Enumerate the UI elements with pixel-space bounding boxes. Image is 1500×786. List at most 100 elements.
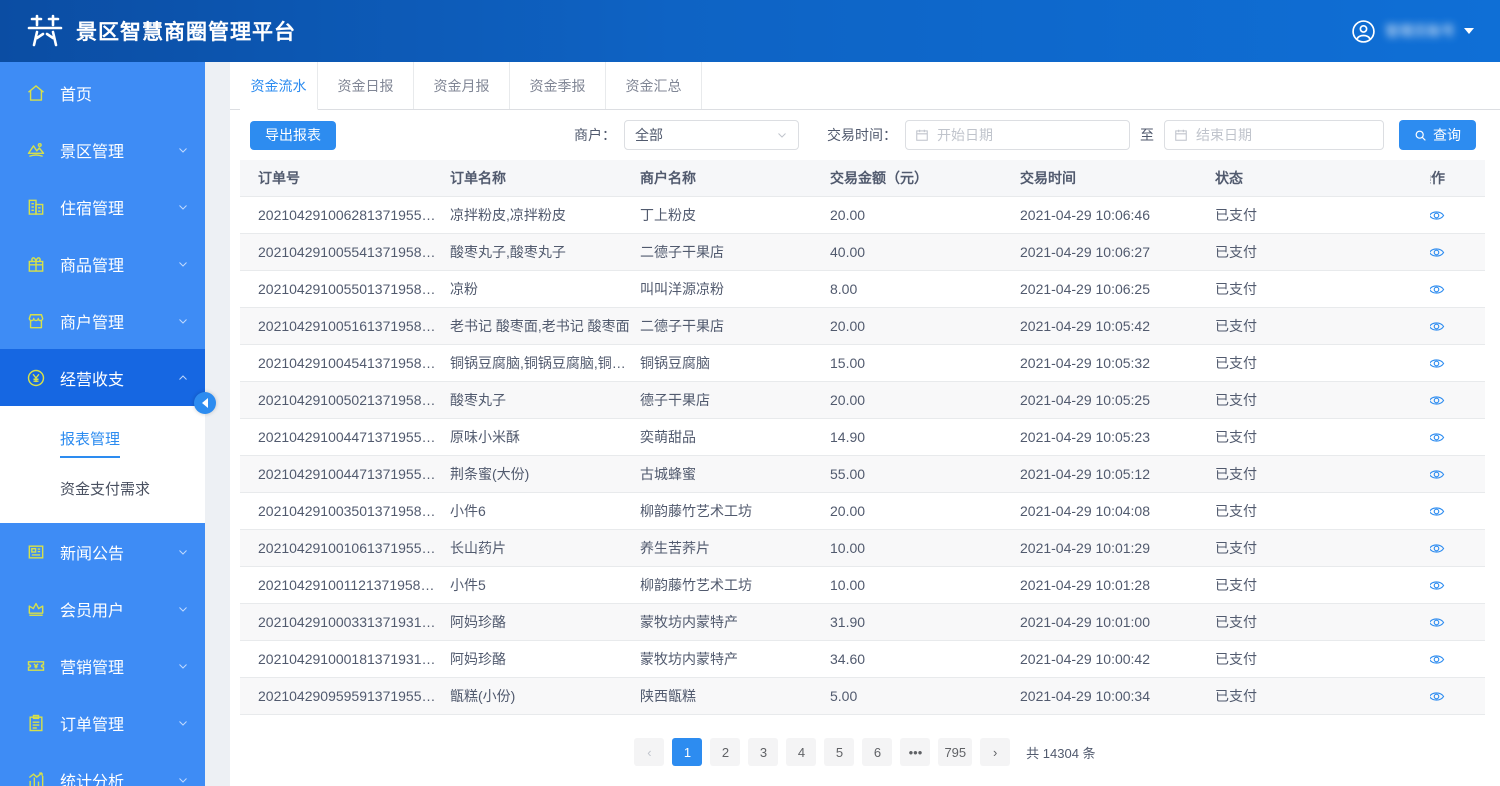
col-order-no: 订单号 bbox=[240, 168, 450, 188]
cell-order-name: 酸枣丸子 bbox=[450, 390, 640, 410]
cell-merchant: 二德子干果店 bbox=[640, 242, 830, 262]
page-button-4[interactable]: 4 bbox=[786, 738, 816, 766]
sidebar-item-label: 新闻公告 bbox=[60, 540, 177, 564]
search-button[interactable]: 查询 bbox=[1399, 120, 1476, 150]
view-icon[interactable] bbox=[1430, 503, 1445, 520]
cell-order-name: 铜锅豆腐脑,铜锅豆腐脑,铜锅... bbox=[450, 353, 640, 373]
merchant-select[interactable]: 全部 bbox=[624, 120, 799, 150]
sidebar-item-members[interactable]: 会员用户 bbox=[0, 580, 205, 637]
view-icon[interactable] bbox=[1430, 355, 1445, 372]
chevron-down-icon bbox=[177, 603, 189, 615]
cell-time: 2021-04-29 10:00:42 bbox=[1020, 651, 1215, 667]
view-icon[interactable] bbox=[1430, 318, 1445, 335]
goods-icon bbox=[26, 254, 46, 274]
merchant-filter-label: 商户： bbox=[574, 125, 616, 145]
export-report-button[interactable]: 导出报表 bbox=[250, 121, 336, 150]
table-row: 202104291006281371955735凉拌粉皮,凉拌粉皮丁上粉皮20.… bbox=[240, 197, 1485, 234]
page-button-795[interactable]: 795 bbox=[938, 738, 972, 766]
sidebar-item-goods[interactable]: 商品管理 bbox=[0, 235, 205, 292]
cell-merchant: 柳韵藤竹艺术工坊 bbox=[640, 501, 830, 521]
marketing-icon bbox=[26, 656, 46, 676]
sidebar-item-merchant[interactable]: 商户管理 bbox=[0, 292, 205, 349]
view-icon[interactable] bbox=[1430, 577, 1445, 594]
tab-fund-flow[interactable]: 资金流水 bbox=[240, 62, 318, 110]
tab-fund-daily[interactable]: 资金日报 bbox=[318, 62, 414, 109]
table-row: 202104291005161371958615老书记 酸枣面,老书记 酸枣面二… bbox=[240, 308, 1485, 345]
table-row: 202104291005541371958615酸枣丸子,酸枣丸子二德子干果店4… bbox=[240, 234, 1485, 271]
cell-merchant: 奕萌甜品 bbox=[640, 427, 830, 447]
page-button-2[interactable]: 2 bbox=[710, 738, 740, 766]
user-menu[interactable]: 管理员账号 bbox=[1351, 19, 1474, 44]
tab-fund-monthly[interactable]: 资金月报 bbox=[414, 62, 510, 109]
start-date-picker[interactable] bbox=[905, 120, 1130, 150]
view-icon[interactable] bbox=[1430, 244, 1445, 261]
end-date-input[interactable] bbox=[1196, 127, 1374, 143]
sidebar-item-label: 统计分析 bbox=[60, 768, 177, 786]
sidebar-item-home[interactable]: 首页 bbox=[0, 64, 205, 121]
scenic-icon bbox=[26, 140, 46, 160]
tab-fund-quarterly[interactable]: 资金季报 bbox=[510, 62, 606, 109]
view-icon[interactable] bbox=[1430, 540, 1445, 557]
sidebar-item-label: 商品管理 bbox=[60, 252, 177, 276]
revenue-icon bbox=[26, 368, 46, 388]
cell-order-name: 阿妈珍酪 bbox=[450, 612, 640, 632]
cell-merchant: 陕西甑糕 bbox=[640, 686, 830, 706]
sidebar-item-statistics[interactable]: 统计分析 bbox=[0, 751, 205, 786]
sidebar-collapse-handle[interactable] bbox=[194, 392, 216, 414]
cell-status: 已支付 bbox=[1215, 390, 1430, 410]
cell-time: 2021-04-29 10:05:32 bbox=[1020, 355, 1215, 371]
cell-order-no: 202104291005501371958605 bbox=[240, 281, 450, 297]
view-icon[interactable] bbox=[1430, 614, 1445, 631]
cell-order-name: 荆条蜜(大份) bbox=[450, 464, 640, 484]
sidebar-item-label: 营销管理 bbox=[60, 654, 177, 678]
submenu-item-fund-payment-request[interactable]: 资金支付需求 bbox=[0, 468, 205, 509]
calendar-icon bbox=[915, 128, 929, 142]
page-button-3[interactable]: 3 bbox=[748, 738, 778, 766]
view-icon[interactable] bbox=[1430, 466, 1445, 483]
cell-order-name: 凉粉 bbox=[450, 279, 640, 299]
cell-time: 2021-04-29 10:04:08 bbox=[1020, 503, 1215, 519]
cell-merchant: 德子干果店 bbox=[640, 390, 830, 410]
end-date-picker[interactable] bbox=[1164, 120, 1384, 150]
page-button-1[interactable]: 1 bbox=[672, 738, 702, 766]
chevron-down-icon bbox=[177, 660, 189, 672]
cell-time: 2021-04-29 10:06:27 bbox=[1020, 244, 1215, 260]
col-order-name: 订单名称 bbox=[450, 168, 640, 188]
page-button-5[interactable]: 5 bbox=[824, 738, 854, 766]
cell-amount: 8.00 bbox=[830, 281, 1020, 297]
cell-status: 已支付 bbox=[1215, 427, 1430, 447]
start-date-input[interactable] bbox=[937, 127, 1120, 143]
view-icon[interactable] bbox=[1430, 429, 1445, 446]
view-icon[interactable] bbox=[1430, 281, 1445, 298]
sidebar-item-revenue[interactable]: 经营收支 bbox=[0, 349, 205, 406]
prev-page-button[interactable]: ‹ bbox=[634, 738, 664, 766]
col-merchant-name: 商户名称 bbox=[640, 168, 830, 188]
sidebar-item-marketing[interactable]: 营销管理 bbox=[0, 637, 205, 694]
chevron-up-icon bbox=[177, 372, 189, 384]
page-button-6[interactable]: 6 bbox=[862, 738, 892, 766]
col-amount: 交易金额（元） bbox=[830, 168, 1020, 188]
sidebar-item-scenic[interactable]: 景区管理 bbox=[0, 121, 205, 178]
sidebar-item-label: 会员用户 bbox=[60, 597, 177, 621]
cell-merchant: 铜锅豆腐脑 bbox=[640, 353, 830, 373]
chevron-down-icon bbox=[177, 258, 189, 270]
submenu-item-label: 资金支付需求 bbox=[60, 481, 150, 498]
sidebar-item-lodging[interactable]: 住宿管理 bbox=[0, 178, 205, 235]
view-icon[interactable] bbox=[1430, 207, 1445, 224]
col-time: 交易时间 bbox=[1020, 168, 1215, 188]
sidebar-item-orders[interactable]: 订单管理 bbox=[0, 694, 205, 751]
cell-merchant: 二德子干果店 bbox=[640, 316, 830, 336]
view-icon[interactable] bbox=[1430, 651, 1445, 668]
cell-merchant: 柳韵藤竹艺术工坊 bbox=[640, 575, 830, 595]
app-title: 景区智慧商圈管理平台 bbox=[76, 16, 296, 46]
home-icon bbox=[26, 83, 46, 103]
cell-status: 已支付 bbox=[1215, 242, 1430, 262]
sidebar-item-news[interactable]: 新闻公告 bbox=[0, 523, 205, 580]
submenu-item-report-management[interactable]: 报表管理 bbox=[0, 418, 205, 468]
view-icon[interactable] bbox=[1430, 392, 1445, 409]
next-page-button[interactable]: › bbox=[980, 738, 1010, 766]
cell-time: 2021-04-29 10:00:34 bbox=[1020, 688, 1215, 704]
tab-fund-summary[interactable]: 资金汇总 bbox=[606, 62, 702, 109]
view-icon[interactable] bbox=[1430, 688, 1445, 705]
page-ellipsis[interactable]: ••• bbox=[900, 738, 930, 766]
